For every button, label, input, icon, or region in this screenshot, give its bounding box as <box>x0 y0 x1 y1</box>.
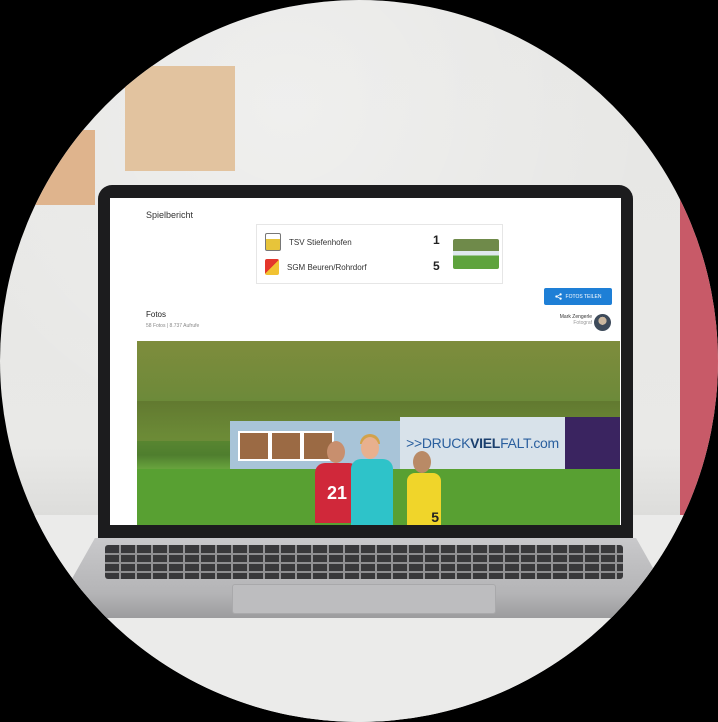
red-object <box>680 195 718 515</box>
away-score: 5 <box>433 259 440 273</box>
photos-subtitle: 58 Fotos | 8.737 Aufrufe <box>146 323 200 329</box>
share-button-label: FOTOS TEILEN <box>565 293 602 300</box>
main-photo[interactable]: >>DRUCK VIEL FALT.com 21 5 <box>137 341 620 525</box>
photo-banner-purple <box>565 417 620 469</box>
circular-photo-frame: Spielbericht TSV Stiefenhofen 1 SGM Beur… <box>0 0 718 722</box>
banner-text-prefix: >>DRUCK <box>406 435 471 451</box>
home-team-row: TSV Stiefenhofen <box>265 233 352 251</box>
player-head <box>413 451 431 473</box>
home-score: 1 <box>433 233 440 247</box>
home-team-name: TSV Stiefenhofen <box>289 237 352 247</box>
photographer-role: Fotograf <box>573 320 592 326</box>
player-yellow-jersey: 5 <box>407 473 441 525</box>
laptop-screen: Spielbericht TSV Stiefenhofen 1 SGM Beur… <box>110 198 621 525</box>
referee-teal-shirt <box>351 459 393 525</box>
banner-food-image <box>270 431 302 461</box>
keyboard-row-divider <box>105 562 623 564</box>
keyboard-row-divider <box>105 553 623 555</box>
photographer-info: Mark Zengerle Fotograf <box>530 314 592 326</box>
away-crest-icon <box>265 259 279 275</box>
match-thumbnail[interactable] <box>453 239 499 269</box>
photos-title: Fotos <box>146 310 167 319</box>
section-title: Spielbericht <box>146 210 194 220</box>
share-icon <box>554 293 562 300</box>
away-team-row: SGM Beuren/Rohrdorf <box>265 259 367 275</box>
share-photos-button[interactable]: FOTOS TEILEN <box>544 288 612 305</box>
home-crest-icon <box>265 233 281 251</box>
referee-head <box>361 437 379 459</box>
player-head <box>327 441 345 463</box>
laptop-trackpad <box>232 584 496 614</box>
jersey-number-yellow: 5 <box>431 509 439 525</box>
avatar[interactable] <box>594 314 611 331</box>
keyboard-row-divider <box>105 571 623 573</box>
banner-food-image <box>238 431 270 461</box>
match-score-card[interactable]: TSV Stiefenhofen 1 SGM Beuren/Rohrdorf 5 <box>256 224 503 284</box>
away-team-name: SGM Beuren/Rohrdorf <box>287 262 367 272</box>
banner-text-suffix: FALT.com <box>500 435 559 451</box>
banner-text-bold: VIEL <box>470 435 501 451</box>
jersey-number-red: 21 <box>326 482 348 503</box>
sticky-note <box>20 130 95 205</box>
sticky-note <box>125 66 235 171</box>
